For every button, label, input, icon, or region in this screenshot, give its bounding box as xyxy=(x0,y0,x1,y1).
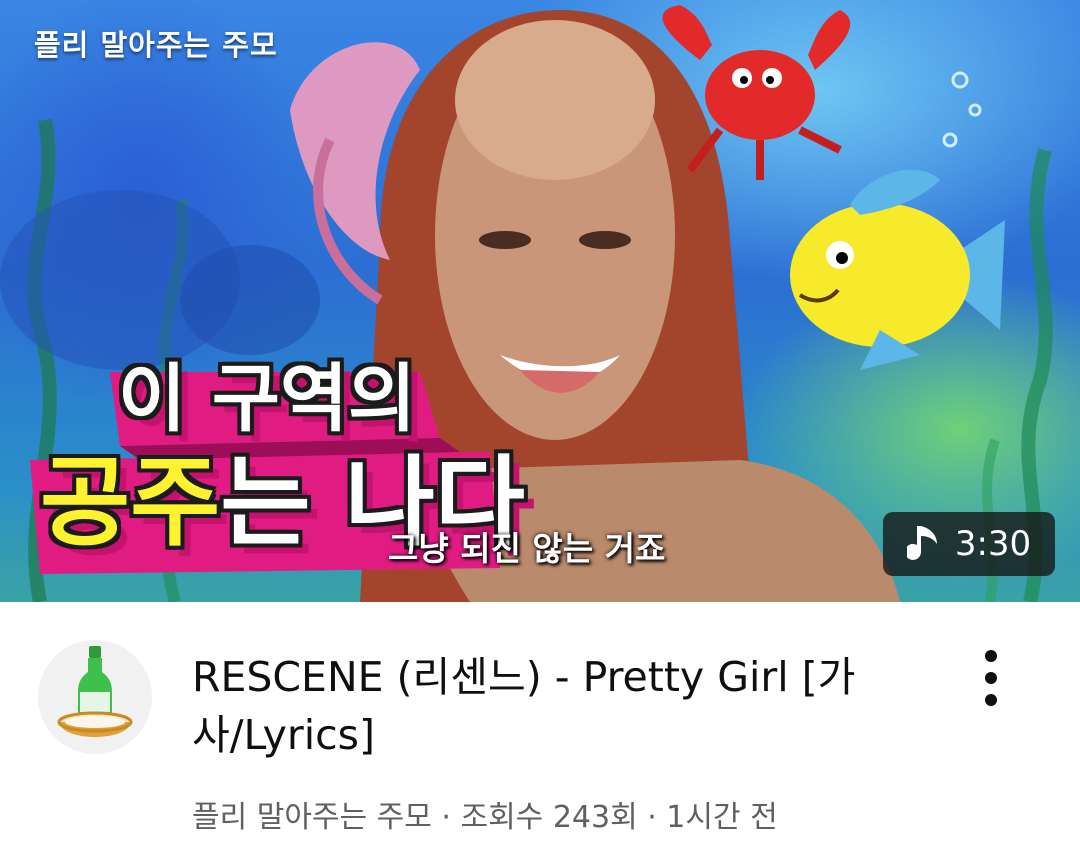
video-title[interactable]: RESCENE (리센느) - Pretty Girl [가사/Lyrics] xyxy=(192,648,922,764)
channel-watermark: 플리 말아주는 주모 xyxy=(34,28,278,62)
more-vert-icon-dot xyxy=(985,694,997,706)
duration-label: 3:30 xyxy=(954,524,1032,564)
channel-avatar[interactable] xyxy=(38,640,152,754)
fish-icon xyxy=(790,169,1005,370)
music-note-icon xyxy=(906,524,941,564)
caption-line-1: 이 구역의 xyxy=(118,356,417,442)
soju-bottle-bowl-icon xyxy=(57,646,133,737)
caption-highlight: 공주 xyxy=(40,446,221,560)
more-options-button[interactable] xyxy=(965,642,1017,714)
video-meta: 플리 말아주는 주모 · 조회수 243회 · 1시간 전 xyxy=(192,800,778,835)
more-vert-icon-dot xyxy=(985,672,997,684)
more-vert-icon xyxy=(985,650,997,662)
video-thumbnail[interactable]: 플리 말아주는 주모 이 구역의 공주는 나다 그냥 되진 않는 거죠 3:30 xyxy=(0,0,1080,602)
video-card[interactable]: 플리 말아주는 주모 이 구역의 공주는 나다 그냥 되진 않는 거죠 3:30 xyxy=(0,0,1080,849)
thumbnail-subtitle: 그냥 되진 않는 거죠 xyxy=(388,529,666,568)
duration-badge: 3:30 xyxy=(883,512,1055,576)
